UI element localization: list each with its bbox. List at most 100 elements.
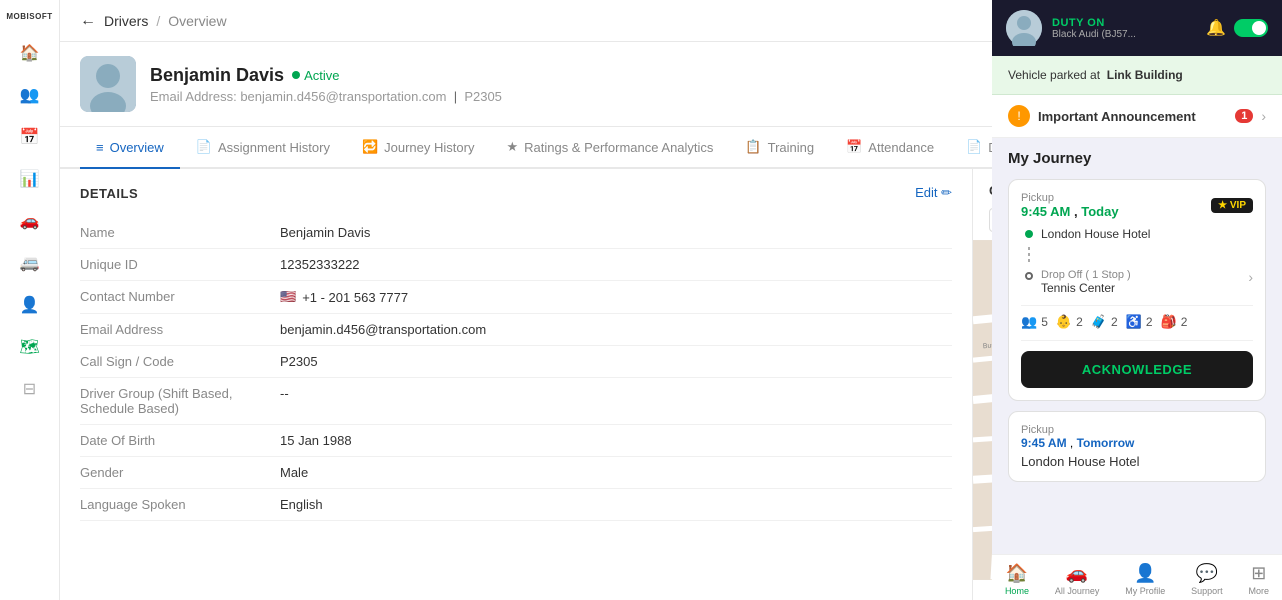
sidebar-item-calendar[interactable]: 📅	[12, 119, 48, 155]
breadcrumb-drivers[interactable]: Drivers	[104, 13, 148, 29]
phone-avatar-svg	[1006, 10, 1042, 46]
tomorrow-day: Tomorrow	[1077, 436, 1135, 450]
tab-overview-icon: ≡	[96, 140, 104, 155]
phone-header: DUTY ON Black Audi (BJ57... 🔔	[992, 0, 1282, 56]
nav-more[interactable]: ⊞ More	[1249, 563, 1270, 596]
journey-pickup-info: Pickup 9:45 AM , Today	[1021, 192, 1119, 219]
journey-title: My Journey	[1008, 150, 1266, 167]
duty-toggle[interactable]	[1234, 19, 1268, 37]
profile-nav-label: My Profile	[1125, 586, 1165, 596]
detail-row-callsign: Call Sign / Code P2305	[80, 346, 952, 378]
bell-icon[interactable]: 🔔	[1206, 18, 1226, 38]
luggage-count: 2	[1111, 315, 1118, 329]
stat-children: 👶 2	[1056, 314, 1083, 330]
breadcrumb-separator: /	[156, 13, 160, 29]
tab-journey-history[interactable]: 🔁 Journey History	[346, 127, 491, 169]
phone-driver-info: DUTY ON Black Audi (BJ57...	[1052, 17, 1136, 40]
route-line: London House Hotel Drop Off ( 1 Stop ) T…	[1021, 227, 1253, 295]
all-journey-nav-icon: 🚗	[1066, 563, 1088, 584]
support-nav-icon: 💬	[1196, 563, 1218, 584]
nav-my-profile[interactable]: 👤 My Profile	[1125, 563, 1165, 596]
route-dropoff-point: Drop Off ( 1 Stop ) Tennis Center ›	[1025, 269, 1253, 295]
sidebar-item-route[interactable]: 🗺	[12, 329, 48, 365]
stat-luggage: 🧳 2	[1091, 314, 1118, 330]
sidebar: MOBISOFT 🏠 👥 📅 📊 🚗 🚐 👤 🗺 ⊟	[0, 0, 60, 600]
email-label: Email Address:	[150, 89, 237, 104]
tab-ratings-label: Ratings & Performance Analytics	[524, 140, 713, 155]
stat-wheelchair: ♿ 2	[1126, 314, 1153, 330]
sidebar-item-analytics[interactable]: 📊	[12, 161, 48, 197]
tab-training-icon: 📋	[745, 139, 761, 155]
route-dashed-line	[1028, 247, 1030, 263]
nav-support[interactable]: 💬 Support	[1191, 563, 1223, 596]
duty-on-label: DUTY ON	[1052, 17, 1136, 29]
sidebar-item-person[interactable]: 👤	[12, 287, 48, 323]
detail-row-gender: Gender Male	[80, 457, 952, 489]
pickup-day: Today	[1081, 204, 1118, 219]
sidebar-item-settings[interactable]: ⊟	[12, 371, 48, 407]
stat-passengers: 👥 5	[1021, 314, 1048, 330]
passengers-count: 5	[1041, 315, 1048, 329]
tab-overview[interactable]: ≡ Overview	[80, 127, 180, 169]
pickup-label-1: Pickup	[1021, 192, 1119, 204]
breadcrumb: ← Drivers / Overview	[80, 12, 227, 30]
announcement-row[interactable]: ! Important Announcement 1 ›	[992, 95, 1282, 138]
driver-name: Benjamin Davis	[150, 65, 284, 86]
tab-attendance[interactable]: 📅 Attendance	[830, 127, 950, 169]
value-language: English	[280, 497, 323, 512]
phone-header-right: 🔔	[1206, 18, 1268, 38]
passengers-icon: 👥	[1021, 314, 1037, 330]
tab-assignment-label: Assignment History	[218, 140, 330, 155]
sidebar-item-users[interactable]: 👥	[12, 77, 48, 113]
tab-journey-label: Journey History	[384, 140, 474, 155]
tab-ratings[interactable]: ★ Ratings & Performance Analytics	[490, 127, 729, 169]
label-email: Email Address	[80, 322, 280, 337]
nav-all-journey[interactable]: 🚗 All Journey	[1055, 563, 1100, 596]
detail-row-language: Language Spoken English	[80, 489, 952, 521]
tab-overview-label: Overview	[110, 140, 164, 155]
tab-attendance-label: Attendance	[868, 140, 934, 155]
tab-ratings-icon: ★	[506, 139, 518, 155]
announcement-badge: 1	[1235, 109, 1253, 123]
label-dob: Date Of Birth	[80, 433, 280, 448]
label-language: Language Spoken	[80, 497, 280, 512]
route-dot-pickup	[1025, 230, 1033, 238]
value-gender: Male	[280, 465, 308, 480]
back-button[interactable]: ←	[80, 12, 96, 30]
logo: MOBISOFT	[5, 12, 55, 21]
tab-journey-icon: 🔁	[362, 139, 378, 155]
acknowledge-button[interactable]: ACKNOWLEDGE	[1021, 351, 1253, 388]
parked-banner: Vehicle parked at Link Building	[992, 56, 1282, 95]
logo-text: MOBISOFT	[6, 12, 52, 21]
edit-button[interactable]: Edit ✏	[915, 185, 952, 201]
dropoff-chevron: ›	[1248, 269, 1253, 285]
sidebar-item-truck[interactable]: 🚐	[12, 245, 48, 281]
label-uid: Unique ID	[80, 257, 280, 272]
tomorrow-time: 9:45 AM	[1021, 436, 1067, 450]
details-header: DETAILS Edit ✏	[80, 185, 952, 201]
tomorrow-pickup-time-row: 9:45 AM , Tomorrow	[1021, 436, 1253, 450]
sidebar-item-vehicle[interactable]: 🚗	[12, 203, 48, 239]
announcement-icon: !	[1008, 105, 1030, 127]
avatar	[80, 56, 136, 112]
profile-nav-icon: 👤	[1134, 563, 1156, 584]
tab-assignment-icon: 📄	[196, 139, 212, 155]
route-pickup-point: London House Hotel	[1025, 227, 1253, 241]
tomorrow-location: London House Hotel	[1021, 454, 1253, 469]
journey-card-2: Pickup 9:45 AM , Tomorrow London House H…	[1008, 411, 1266, 482]
label-gender: Gender	[80, 465, 280, 480]
bags-count: 2	[1181, 315, 1188, 329]
tab-training[interactable]: 📋 Training	[729, 127, 830, 169]
dropoff-location: Tennis Center	[1041, 281, 1131, 295]
value-email: benjamin.d456@transportation.com	[280, 322, 486, 337]
pickup-location: London House Hotel	[1041, 227, 1150, 241]
nav-home[interactable]: 🏠 Home	[1005, 563, 1029, 596]
toggle-knob	[1252, 21, 1266, 35]
section-title: DETAILS	[80, 186, 138, 201]
avatar-image	[80, 56, 136, 112]
phone-number: +1 - 201 563 7777	[302, 290, 408, 305]
value-name: Benjamin Davis	[280, 225, 370, 240]
detail-row-group: Driver Group (Shift Based, Schedule Base…	[80, 378, 952, 425]
tab-assignment-history[interactable]: 📄 Assignment History	[180, 127, 346, 169]
sidebar-item-home[interactable]: 🏠	[12, 35, 48, 71]
